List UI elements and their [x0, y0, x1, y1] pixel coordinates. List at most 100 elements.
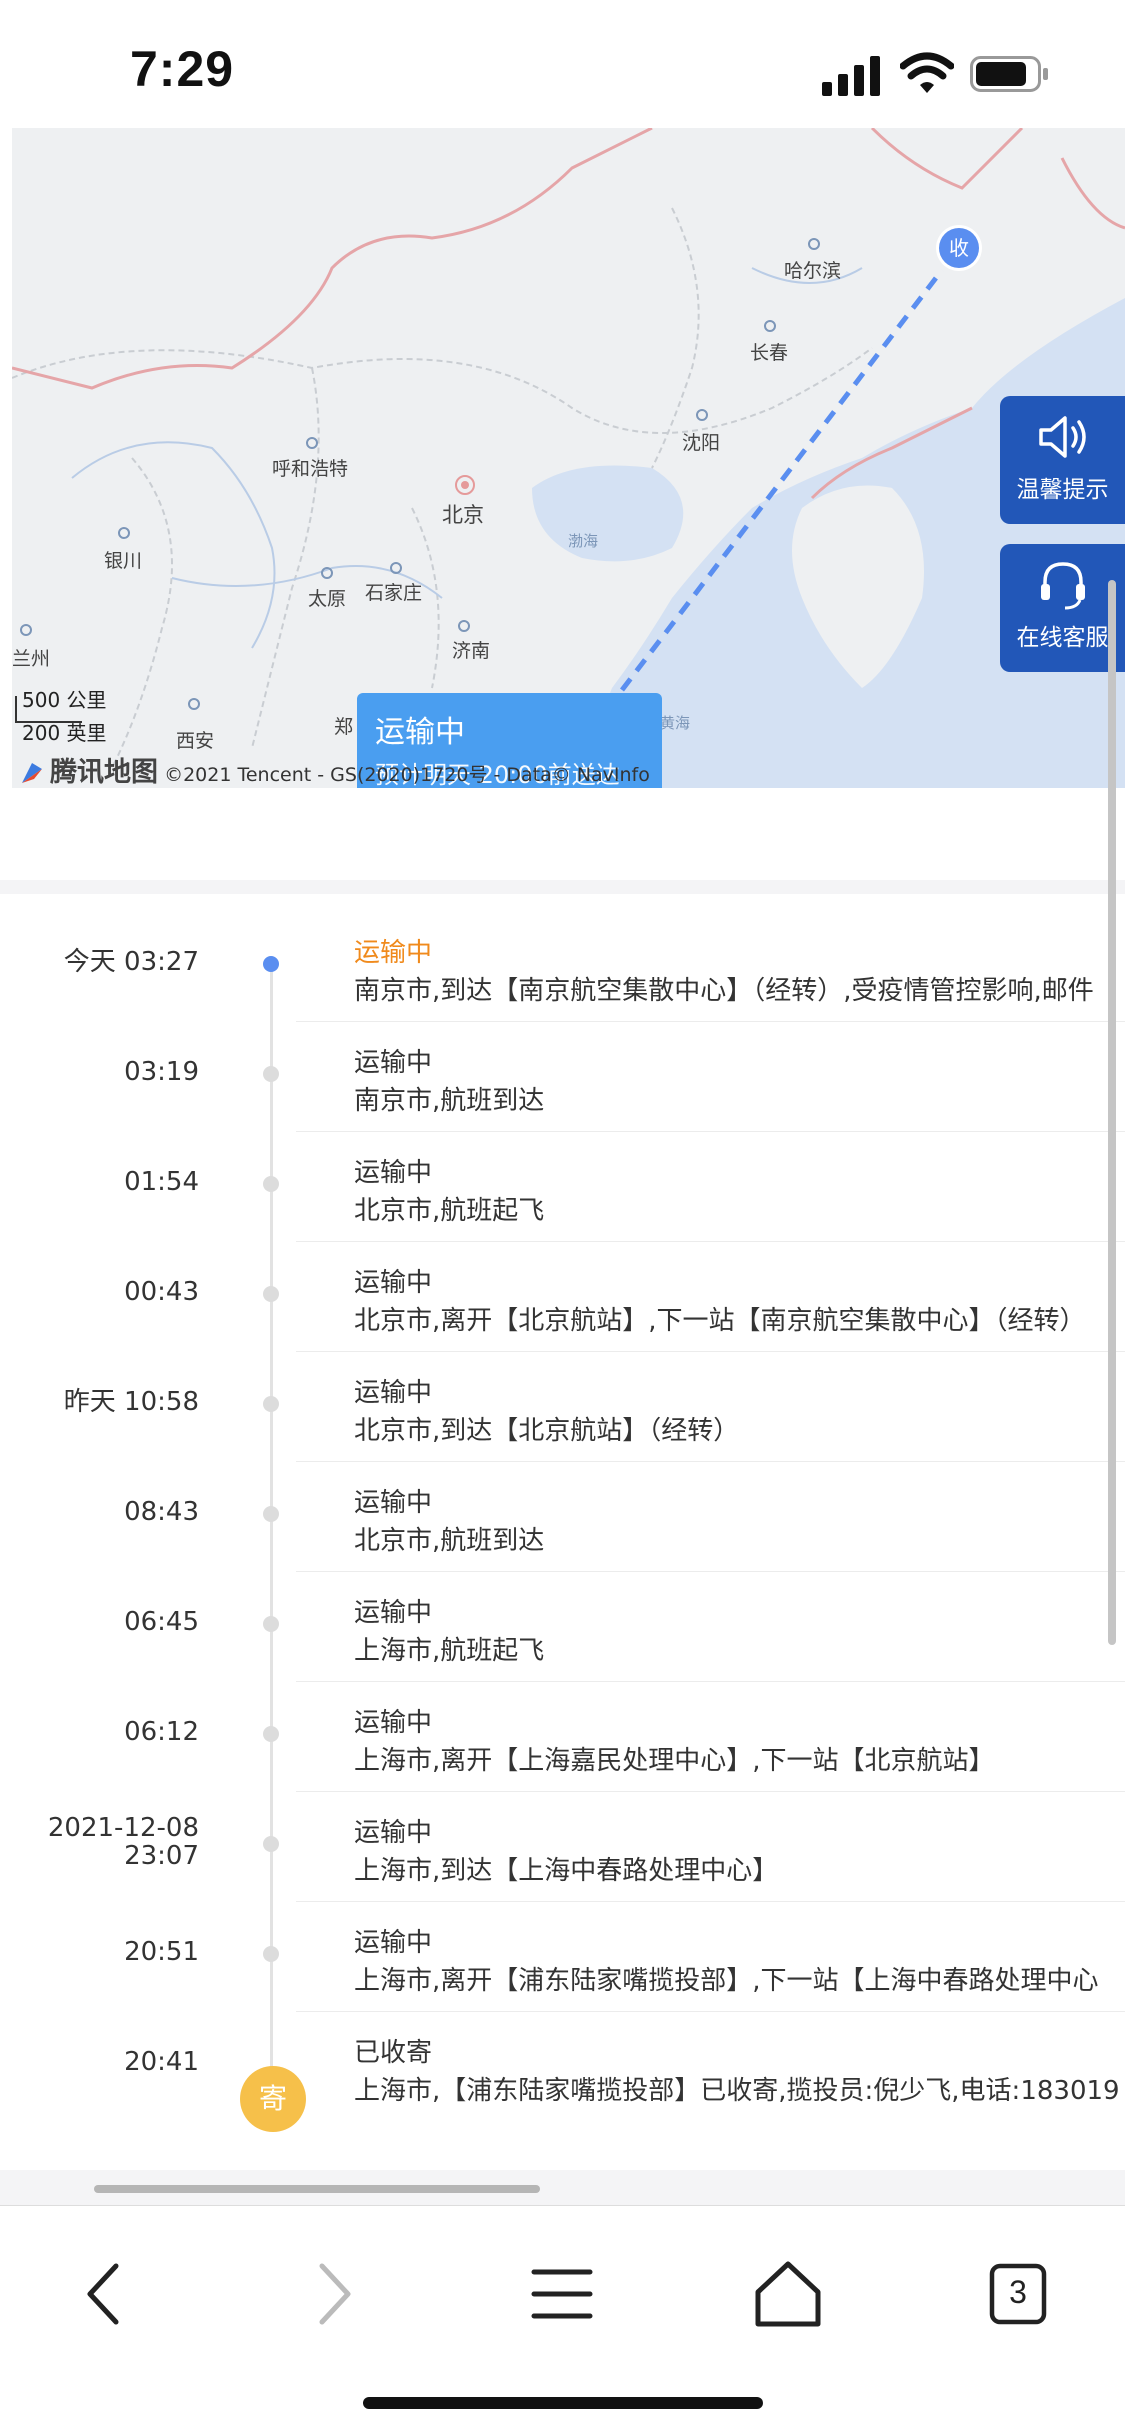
timeline-detail: 上海市,【浦东陆家嘴揽投部】已收寄,揽投员:倪少飞,电话:183019 [354, 2076, 1120, 2106]
timeline-detail: 上海市,航班起飞 [354, 1636, 545, 1666]
map-status-title: 运输中 [375, 715, 465, 750]
timeline-time: 03:19 [124, 1057, 199, 1087]
map-sea-label: 黄海 [660, 714, 691, 732]
timeline-dot [263, 1946, 279, 1962]
map-city-label: 郑 [334, 716, 354, 738]
map-scale-km: 500 公里 [22, 688, 107, 712]
timeline-status: 运输中 [354, 938, 433, 968]
timeline-status: 运输中 [354, 1268, 433, 1298]
timeline-detail: 南京市,航班到达 [354, 1086, 545, 1116]
timeline-time: 20:51 [124, 1937, 199, 1967]
timeline-dot [263, 1176, 279, 1192]
map-city-label: 西安 [176, 730, 215, 752]
timeline-dot [263, 1726, 279, 1742]
timeline-dot [263, 1066, 279, 1082]
timeline-time: 20:41 [124, 2047, 199, 2077]
timeline-status: 运输中 [354, 1048, 433, 1078]
timeline-row: 2021-12-08 23:07 运输中 上海市,到达【上海中春路处理中心】 [0, 1792, 1125, 1902]
timeline-status: 运输中 [354, 1488, 433, 1518]
speaker-icon [1038, 416, 1086, 458]
timeline-dot [263, 1396, 279, 1412]
forward-icon[interactable] [292, 2254, 372, 2334]
tencent-map-logo-icon [22, 763, 42, 783]
map-city-label: 呼和浩特 [272, 458, 349, 480]
timeline-dot [263, 1506, 279, 1522]
timeline-row: 08:43 运输中 北京市,航班到达 [0, 1462, 1125, 1572]
wifi-icon [900, 52, 954, 93]
timeline-detail: 北京市,离开【北京航站】,下一站【南京航空集散中心】（经转） [354, 1306, 1086, 1336]
destination-marker[interactable]: 收 [939, 228, 979, 268]
timeline-status: 已收寄 [354, 2038, 433, 2068]
home-icon[interactable] [748, 2254, 828, 2334]
map-scale-mi: 200 英里 [22, 721, 107, 745]
timeline-status: 运输中 [354, 1378, 433, 1408]
vertical-scrollbar[interactable] [1108, 580, 1116, 1645]
cellular-signal-icon [822, 56, 880, 96]
timeline-row: 03:19 运输中 南京市,航班到达 [0, 1022, 1125, 1132]
online-service-button[interactable]: 在线客服 [1000, 544, 1125, 672]
status-bar: 7:29 [0, 0, 1125, 128]
tab-count: 3 [1009, 2274, 1027, 2310]
timeline-status: 运输中 [354, 1708, 433, 1738]
timeline-detail: 南京市,到达【南京航空集散中心】（经转）,受疫情管控影响,邮件 [354, 976, 1094, 1006]
timeline-row: 06:45 运输中 上海市,航班起飞 [0, 1572, 1125, 1682]
timeline-date: 2021-12-08 [47, 1813, 199, 1843]
timeline-dot [263, 1286, 279, 1302]
timeline-row: 今天 03:27 运输中 南京市,到达【南京航空集散中心】（经转）,受疫情管控影… [0, 912, 1125, 1022]
map-city-label: 济南 [452, 640, 491, 662]
timeline-row: 00:43 运输中 北京市,离开【北京航站】,下一站【南京航空集散中心】（经转） [0, 1242, 1125, 1352]
map-city-label: 沈阳 [682, 432, 721, 454]
map-city-label: 长春 [750, 342, 789, 364]
timeline-time: 今天 03:27 [63, 947, 199, 977]
timeline-row: 06:12 运输中 上海市,离开【上海嘉民处理中心】,下一站【北京航站】 [0, 1682, 1125, 1792]
timeline-detail: 北京市,航班到达 [354, 1526, 545, 1556]
timeline-time: 00:43 [124, 1277, 199, 1307]
timeline-status: 运输中 [354, 1158, 433, 1188]
map-base-layer [12, 128, 1125, 788]
map-attribution: 腾讯地图 ©2021 Tencent - GS(2020)1720号 - Dat… [20, 750, 650, 788]
timeline-time: 昨天 10:58 [63, 1387, 199, 1417]
tips-button[interactable]: 温馨提示 [1000, 396, 1125, 524]
clock: 7:29 [130, 41, 235, 97]
timeline-detail: 上海市,离开【浦东陆家嘴揽投部】,下一站【上海中春路处理中心 [354, 1966, 1099, 1996]
menu-icon[interactable] [522, 2254, 602, 2334]
timeline-row: 昨天 10:58 运输中 北京市,到达【北京航站】（经转） [0, 1352, 1125, 1462]
posted-badge: 寄 [240, 2066, 306, 2132]
back-icon[interactable] [66, 2254, 146, 2334]
timeline-time: 2021-12-08 23:07 [48, 1814, 199, 1870]
timeline-status: 运输中 [354, 1818, 433, 1848]
timeline-row: 20:51 运输中 上海市,离开【浦东陆家嘴揽投部】,下一站【上海中春路处理中心 [0, 1902, 1125, 2012]
timeline-detail: 上海市,到达【上海中春路处理中心】 [354, 1856, 779, 1886]
section-divider [0, 880, 1125, 894]
timeline-dot [263, 1836, 279, 1852]
timeline-time: 06:12 [124, 1717, 199, 1747]
map-city-label: 兰州 [12, 648, 51, 670]
horizontal-scrollbar[interactable] [94, 2185, 540, 2193]
timeline-row: 20:41 寄 已收寄 上海市,【浦东陆家嘴揽投部】已收寄,揽投员:倪少飞,电话… [0, 2012, 1125, 2132]
battery-icon [970, 56, 1048, 92]
timeline-dot-current [263, 956, 279, 972]
timeline-detail: 北京市,航班起飞 [354, 1196, 545, 1226]
timeline-row: 01:54 运输中 北京市,航班起飞 [0, 1132, 1125, 1242]
timeline-time: 08:43 [124, 1497, 199, 1527]
timeline-time: 06:45 [124, 1607, 199, 1637]
route-map[interactable]: 哈尔滨 长春 沈阳 呼和浩特 北京 银川 太原 石家庄 济南 兰州 西安 郑 渤… [12, 128, 1125, 788]
map-copyright: ©2021 Tencent - GS(2020)1720号 - Data© Na… [164, 764, 650, 786]
headset-icon [1040, 562, 1085, 610]
map-city-label: 北京 [442, 503, 484, 527]
home-indicator [363, 2397, 763, 2409]
online-service-label: 在线客服 [1016, 625, 1109, 651]
timeline-dot [263, 1616, 279, 1632]
map-city-label: 哈尔滨 [784, 260, 842, 282]
map-sea-label: 渤海 [568, 532, 599, 550]
tips-label: 温馨提示 [1016, 477, 1109, 503]
timeline-detail: 北京市,到达【北京航站】（经转） [354, 1416, 740, 1446]
timeline-status: 运输中 [354, 1598, 433, 1628]
map-city-label: 太原 [308, 588, 347, 610]
map-brand: 腾讯地图 [50, 757, 159, 788]
tabs-button[interactable]: 3 [978, 2254, 1058, 2334]
map-city-label: 银川 [104, 550, 143, 572]
timeline-status: 运输中 [354, 1928, 433, 1958]
timeline-time: 01:54 [124, 1167, 199, 1197]
map-city-label: 石家庄 [365, 582, 423, 604]
